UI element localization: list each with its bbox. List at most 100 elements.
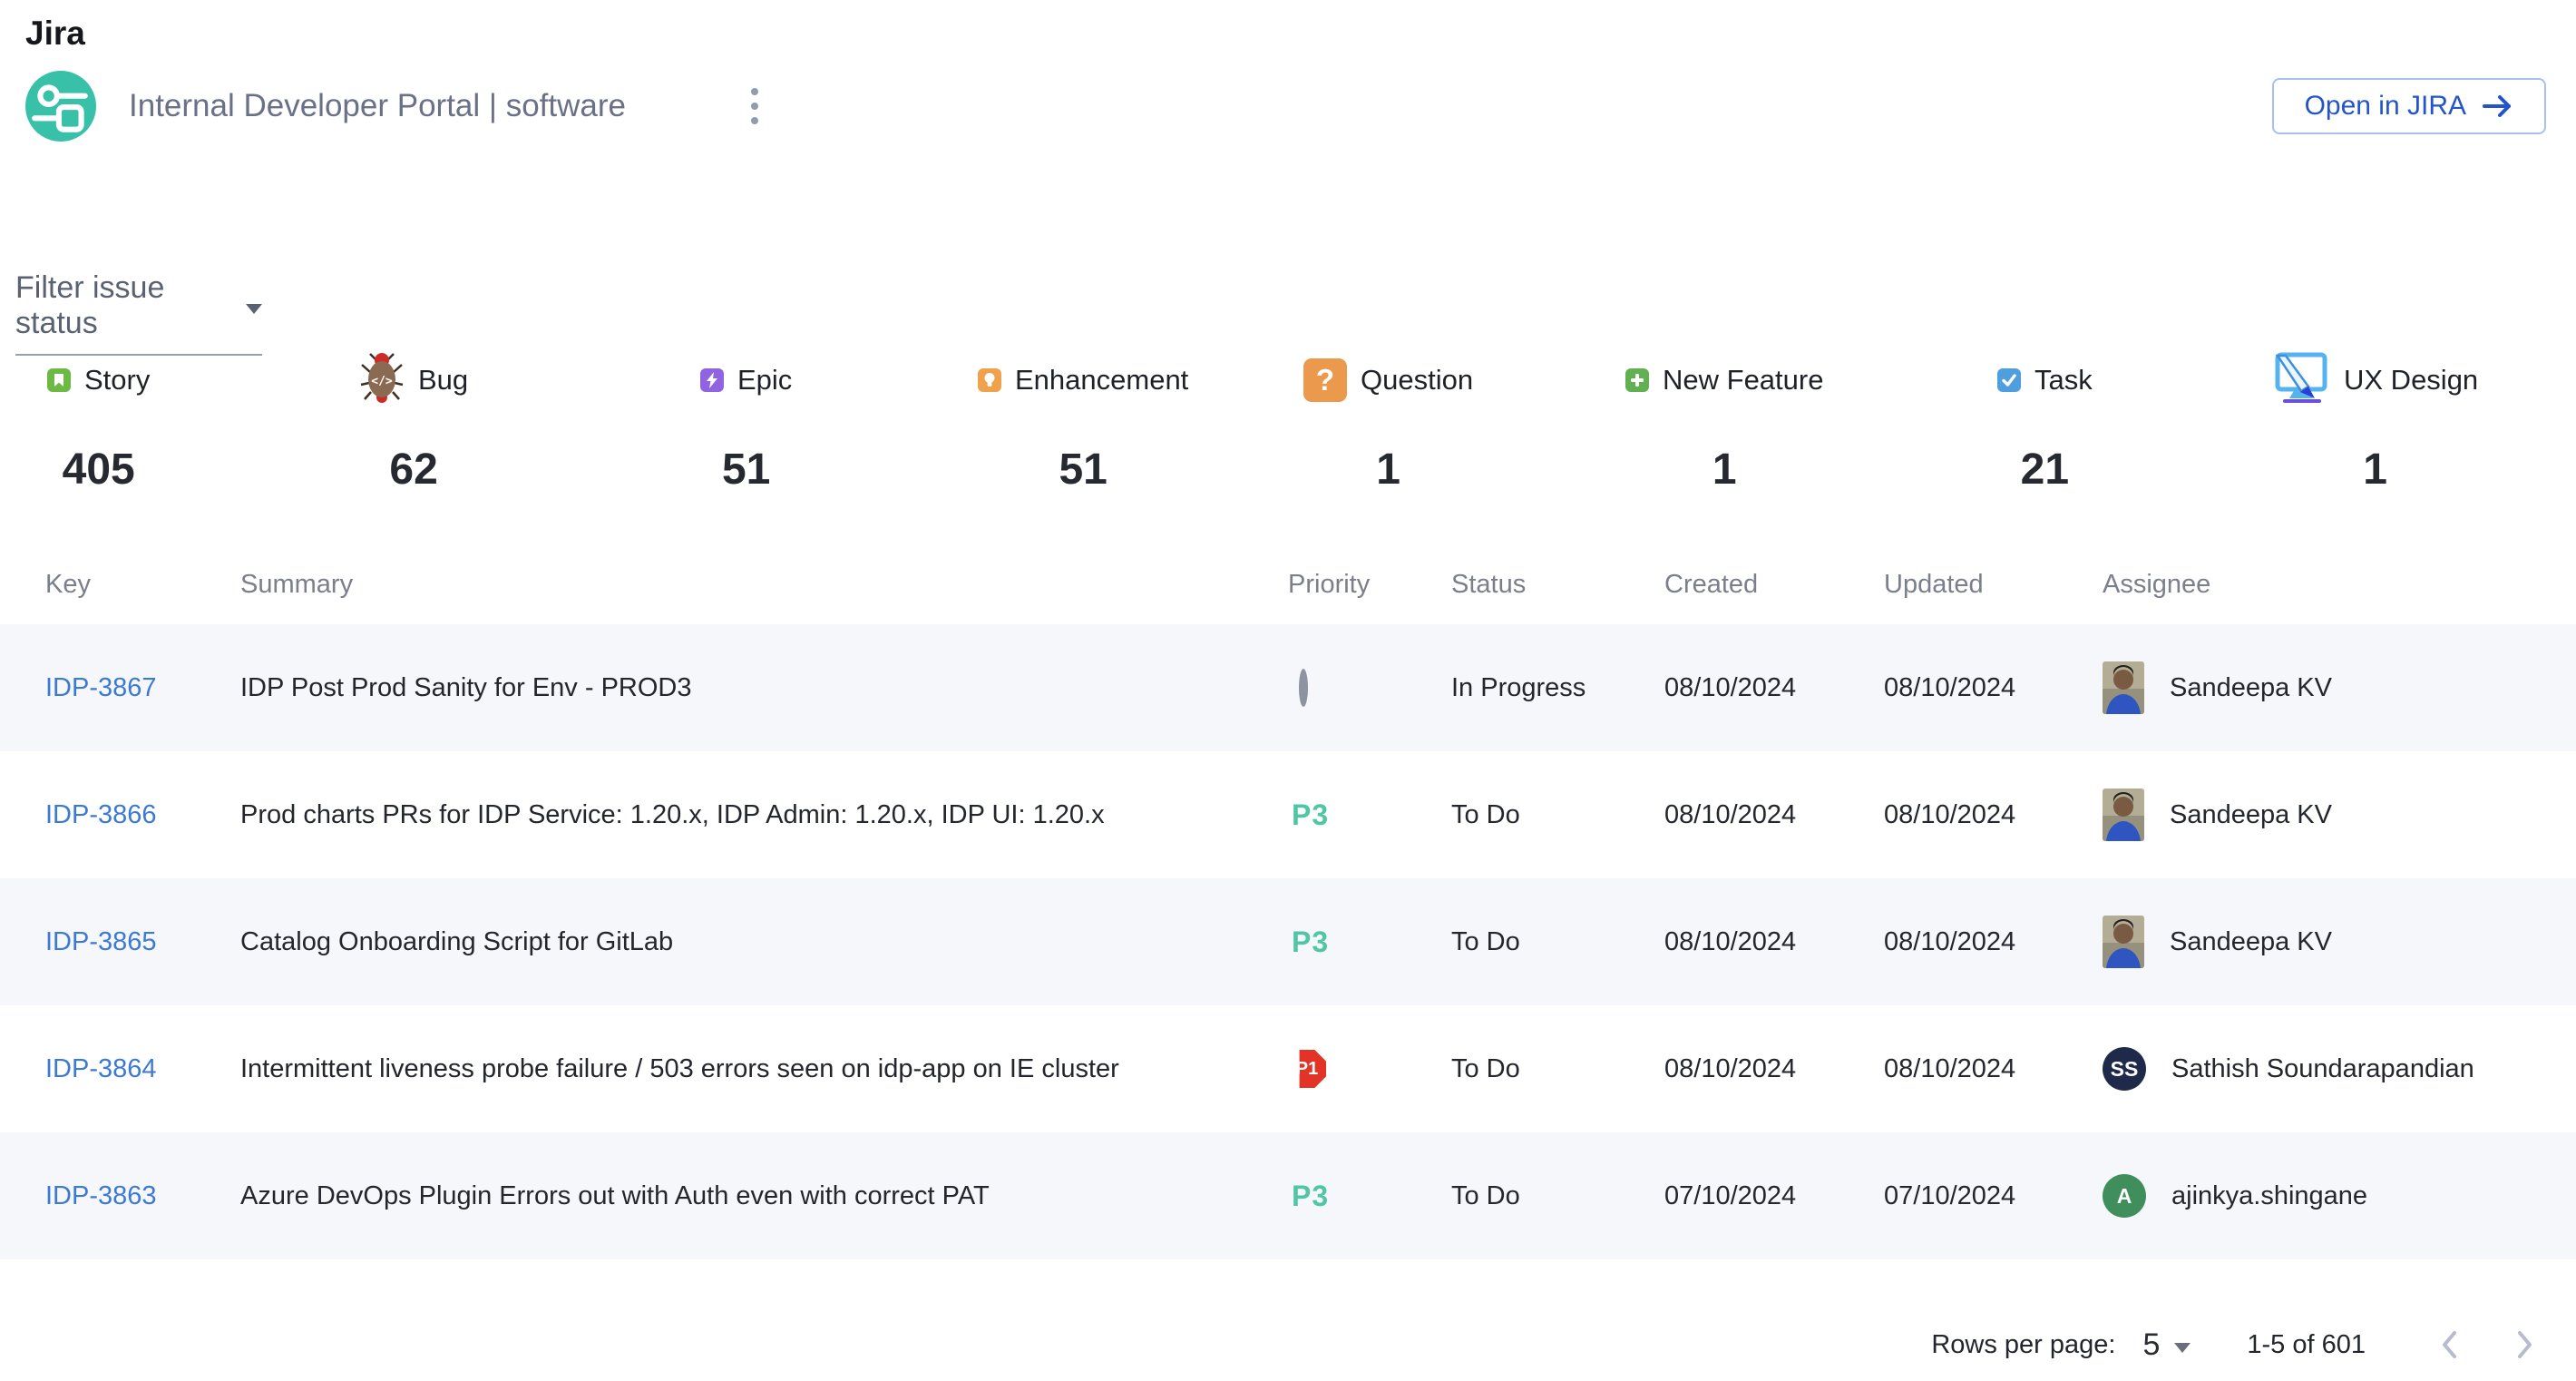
counter-story: Story 405: [47, 352, 150, 495]
chevron-left-icon: [2440, 1329, 2460, 1360]
jira-widget: Jira Internal Developer Portal | softwar…: [0, 0, 2576, 1381]
issue-updated: 07/10/2024: [1884, 1181, 2103, 1211]
avatar: A: [2103, 1174, 2146, 1218]
bug-icon: </>: [359, 352, 405, 409]
issue-summary: IDP Post Prod Sanity for Env - PROD3: [240, 673, 1288, 703]
counter-label: Task: [2034, 364, 2093, 397]
priority-p1-icon: P1: [1288, 1050, 1326, 1088]
counter-label: Question: [1361, 364, 1473, 397]
counter-value: 21: [2021, 445, 2069, 495]
pagination-range: 1-5 of 601: [2247, 1330, 2366, 1360]
caret-down-icon: [2174, 1343, 2191, 1353]
rows-per-page-label: Rows per page:: [1931, 1330, 2115, 1360]
assignee-name: Sathish Soundarapandian: [2171, 1054, 2474, 1084]
counter-value: 405: [63, 445, 135, 495]
new-feature-icon: [1625, 368, 1649, 392]
avatar: [2103, 661, 2144, 714]
issue-created: 08/10/2024: [1664, 927, 1884, 957]
svg-text:</>: </>: [371, 375, 393, 388]
counter-label: Epic: [737, 364, 792, 397]
more-menu-button[interactable]: [742, 79, 767, 133]
counter-label: UX Design: [2344, 364, 2478, 397]
counter-value: 62: [389, 445, 437, 495]
counter-new-feature: New Feature 1: [1625, 352, 1823, 495]
counter-label: Story: [84, 364, 150, 397]
priority-p3-icon: P3: [1292, 798, 1329, 831]
assignee-name: Sandeepa KV: [2170, 673, 2332, 703]
counter-value: 1: [1712, 445, 1737, 495]
counter-label: Enhancement: [1015, 364, 1188, 397]
col-header-updated: Updated: [1884, 570, 2103, 600]
priority-circle-icon: [1299, 669, 1308, 707]
table-row: IDP-3865 Catalog Onboarding Script for G…: [0, 878, 2576, 1005]
issue-key-link[interactable]: IDP-3864: [45, 1054, 240, 1084]
issues-table: Key Summary Priority Status Created Upda…: [0, 544, 2576, 1259]
widget-title: Jira: [25, 15, 85, 53]
question-icon: ?: [1303, 358, 1347, 402]
col-header-status: Status: [1451, 570, 1664, 600]
counter-label: Bug: [418, 364, 468, 397]
rows-per-page-select[interactable]: 5: [2142, 1327, 2191, 1363]
counter-value: 51: [722, 445, 770, 495]
kebab-dot: [751, 88, 758, 95]
arrow-right-icon: [2483, 93, 2513, 119]
open-in-jira-label: Open in JIRA: [2305, 91, 2466, 122]
entity-logo-icon: [25, 71, 96, 142]
issue-updated: 08/10/2024: [1884, 927, 2103, 957]
issue-updated: 08/10/2024: [1884, 1054, 2103, 1084]
issue-summary: Catalog Onboarding Script for GitLab: [240, 927, 1288, 957]
entity-name-link[interactable]: Internal Developer Portal | software: [129, 88, 626, 124]
issue-created: 07/10/2024: [1664, 1181, 1884, 1211]
avatar: SS: [2103, 1047, 2146, 1091]
issue-key-link[interactable]: IDP-3865: [45, 927, 240, 957]
issue-summary: Intermittent liveness probe failure / 50…: [240, 1054, 1288, 1084]
issue-updated: 08/10/2024: [1884, 673, 2103, 703]
kebab-dot: [751, 103, 758, 110]
issue-type-counters: Story 405: [0, 352, 2576, 534]
widget-header: Internal Developer Portal | software Ope…: [25, 67, 2546, 145]
col-header-key: Key: [45, 570, 240, 600]
open-in-jira-button[interactable]: Open in JIRA: [2272, 78, 2546, 134]
table-row: IDP-3863 Azure DevOps Plugin Errors out …: [0, 1132, 2576, 1259]
table-row: IDP-3864 Intermittent liveness probe fai…: [0, 1005, 2576, 1132]
issue-summary: Prod charts PRs for IDP Service: 1.20.x,…: [240, 800, 1288, 830]
issue-status: To Do: [1451, 800, 1664, 830]
counter-question: ? Question 1: [1303, 352, 1473, 495]
issue-created: 08/10/2024: [1664, 1054, 1884, 1084]
col-header-priority: Priority: [1288, 570, 1451, 600]
issue-key-link[interactable]: IDP-3867: [45, 673, 240, 703]
issue-key-link[interactable]: IDP-3863: [45, 1181, 240, 1211]
table-header-row: Key Summary Priority Status Created Upda…: [0, 544, 2576, 624]
task-icon: [1997, 368, 2021, 392]
counter-bug: </> Bug 62: [359, 352, 468, 495]
table-row: IDP-3867 IDP Post Prod Sanity for Env - …: [0, 624, 2576, 751]
caret-down-icon: [246, 304, 262, 314]
counter-value: 1: [2363, 445, 2387, 495]
counter-task: Task 21: [1997, 352, 2093, 495]
ux-design-icon: [2272, 352, 2330, 409]
previous-page-button[interactable]: [2436, 1326, 2464, 1364]
assignee-name: Sandeepa KV: [2170, 927, 2332, 957]
filter-issue-status-select[interactable]: Filter issue status: [15, 270, 262, 356]
kebab-dot: [751, 117, 758, 124]
issue-key-link[interactable]: IDP-3866: [45, 800, 240, 830]
table-pagination: Rows per page: 5 1-5 of 601: [1931, 1323, 2538, 1366]
next-page-button[interactable]: [2511, 1326, 2538, 1364]
counter-ux-design: UX Design 1: [2272, 352, 2478, 495]
assignee-name: Sandeepa KV: [2170, 800, 2332, 830]
counter-value: 51: [1059, 445, 1107, 495]
avatar: [2103, 916, 2144, 968]
col-header-assignee: Assignee: [2103, 570, 2576, 600]
table-row: IDP-3866 Prod charts PRs for IDP Service…: [0, 751, 2576, 878]
enhancement-icon: [978, 368, 1001, 392]
assignee-name: ajinkya.shingane: [2171, 1181, 2367, 1211]
avatar: [2103, 788, 2144, 841]
epic-icon: [700, 368, 724, 392]
issue-summary: Azure DevOps Plugin Errors out with Auth…: [240, 1181, 1288, 1211]
chevron-right-icon: [2514, 1329, 2534, 1360]
issue-status: To Do: [1451, 1054, 1664, 1084]
counter-epic: Epic 51: [700, 352, 792, 495]
story-icon: [47, 368, 71, 392]
col-header-created: Created: [1664, 570, 1884, 600]
issue-updated: 08/10/2024: [1884, 800, 2103, 830]
